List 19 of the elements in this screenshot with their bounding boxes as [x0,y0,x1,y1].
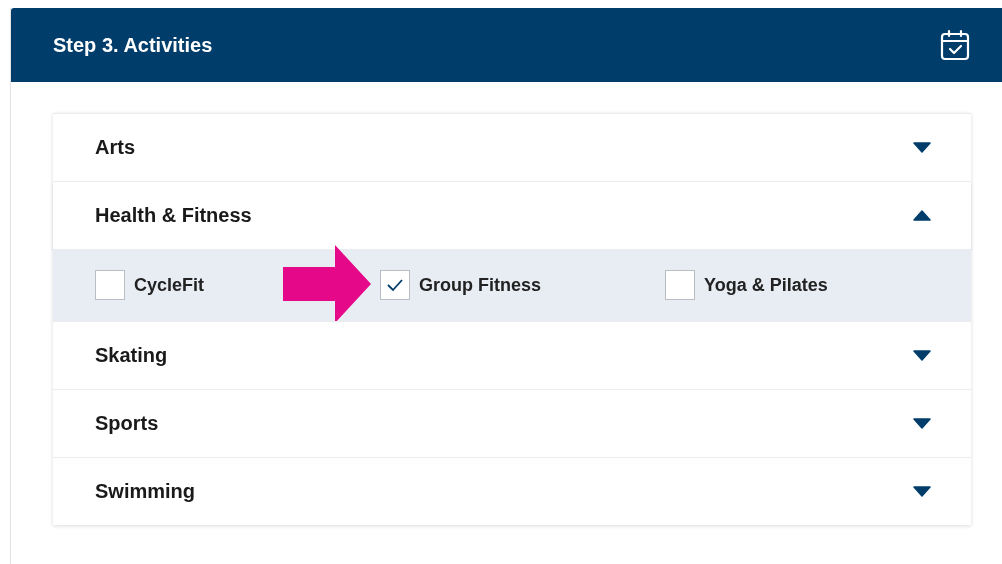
checkbox[interactable] [380,270,410,300]
accordion-header[interactable]: Arts [53,113,971,181]
panel-title: Step 3. Activities [53,33,213,57]
accordion-header[interactable]: Sports [53,389,971,457]
calendar-check-icon [940,29,970,61]
option-label: Group Fitness [419,274,541,296]
checkbox[interactable] [95,270,125,300]
accordion-header[interactable]: Health & Fitness [53,181,971,249]
category-label: Arts [95,136,135,159]
accordion-header[interactable]: Swimming [53,457,971,525]
option-label: CycleFit [134,274,205,296]
category-label: Sports [95,412,159,435]
category-label: Health & Fitness [95,204,252,227]
check-icon [386,278,404,292]
accordion-header[interactable]: Skating [53,321,971,389]
option-label: Yoga & Pilates [704,274,828,296]
category-label: Skating [95,344,168,367]
checkbox[interactable] [665,270,695,300]
category-label: Swimming [95,480,195,503]
